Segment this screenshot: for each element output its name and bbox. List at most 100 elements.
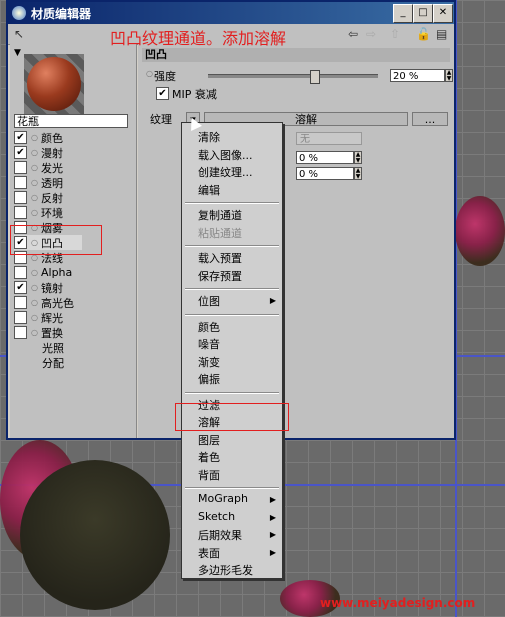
mip-checkbox[interactable]: ✔	[156, 87, 169, 100]
menu-item[interactable]: 复制通道	[198, 207, 242, 223]
back-arrow-icon[interactable]: ⇦	[348, 27, 358, 41]
channel-item[interactable]: ○ 高光色	[14, 295, 74, 310]
menu-item[interactable]: 后期效果	[198, 527, 242, 543]
strength-slider-thumb[interactable]	[310, 70, 320, 84]
mix-mode-select[interactable]: 无	[296, 132, 362, 145]
menu-item[interactable]: 粘贴通道	[198, 225, 242, 241]
pointer-icon[interactable]: ↖	[14, 27, 24, 41]
channel-checkbox[interactable]	[14, 191, 27, 204]
texture-label: 纹理	[150, 113, 172, 126]
channel-dot-icon: ○	[31, 148, 38, 157]
title-bar[interactable]: 材质编辑器	[8, 2, 454, 24]
highlight-box	[10, 225, 102, 255]
channel-item[interactable]: ✔ ○ 漫射	[14, 145, 63, 160]
channel-dot-icon: ○	[31, 193, 38, 202]
channel-checkbox[interactable]	[14, 266, 27, 279]
strength-label: 强度	[154, 70, 176, 83]
menu-item[interactable]: 表面	[198, 545, 220, 561]
channel-dot-icon: ○	[31, 328, 38, 337]
close-button[interactable]: ✕	[433, 4, 453, 23]
channel-item[interactable]: ○ 环境	[14, 205, 63, 220]
mix-strength-value[interactable]: 0 %	[296, 151, 354, 164]
channel-checkbox[interactable]	[14, 326, 27, 339]
tutorial-annotation: 凹凸纹理通道。添加溶解	[110, 29, 287, 48]
channel-item[interactable]: 光照	[14, 340, 64, 355]
menu-item[interactable]: MoGraph	[198, 492, 248, 505]
menu-item[interactable]: 多边形毛发	[198, 562, 253, 578]
menu-item[interactable]: Sketch	[198, 510, 235, 523]
menu-item[interactable]: 噪音	[198, 336, 220, 352]
channel-item[interactable]: ○ 置换	[14, 325, 63, 340]
blur-offset-value[interactable]: 0 %	[296, 167, 354, 180]
channel-dot-icon: ○	[31, 283, 38, 292]
blur-offset-spinner[interactable]: ▲ ▼	[354, 167, 362, 180]
material-preview[interactable]	[24, 54, 84, 114]
up-arrow-icon[interactable]: ⇧	[390, 27, 400, 41]
channel-item[interactable]: ○ Alpha	[14, 265, 72, 280]
menu-item[interactable]: 清除	[198, 129, 220, 145]
mix-strength-spinner[interactable]: ▲ ▼	[354, 151, 362, 164]
texture-context-menu: 清除载入图像... 创建纹理... 编辑复制通道粘贴通道载入预置保存预置位图 ▶ 颜色噪…	[181, 122, 283, 579]
strength-spinner[interactable]: ▲ ▼	[445, 69, 453, 82]
channel-checkbox[interactable]: ✔	[14, 131, 27, 144]
forward-arrow-icon[interactable]: ⇨	[366, 27, 376, 41]
channel-label: 颜色	[40, 131, 63, 145]
menu-separator	[185, 288, 279, 290]
minimize-button[interactable]: _	[393, 4, 413, 23]
menu-item[interactable]: 图层	[198, 432, 220, 448]
channel-checkbox[interactable]	[14, 206, 27, 219]
submenu-arrow-icon: ▶	[269, 512, 276, 522]
menu-separator	[185, 487, 279, 489]
menu-separator	[185, 202, 279, 204]
channel-label: 分配	[42, 356, 64, 370]
tree-object	[455, 196, 505, 266]
channel-label: 高光色	[40, 296, 74, 310]
channel-dot-icon: ○	[31, 133, 38, 142]
channel-label: Alpha	[40, 266, 73, 279]
channel-label: 反射	[40, 191, 63, 205]
channel-label: 发光	[40, 161, 63, 175]
channel-item[interactable]: ✔ ○ 镜射	[14, 280, 63, 295]
preview-menu-arrow-icon[interactable]: ▼	[14, 48, 21, 58]
channel-checkbox[interactable]: ✔	[14, 281, 27, 294]
menu-item[interactable]: 颜色	[198, 319, 220, 335]
menu-item[interactable]: 保存预置	[198, 268, 242, 284]
menu-item[interactable]: 载入图像...	[198, 147, 253, 163]
menu-item[interactable]: 着色	[198, 449, 220, 465]
channel-checkbox[interactable]	[14, 296, 27, 309]
channel-checkbox[interactable]	[14, 176, 27, 189]
menu-item[interactable]: 编辑	[198, 182, 220, 198]
channel-label: 辉光	[40, 311, 63, 325]
channel-item[interactable]: ○ 反射	[14, 190, 63, 205]
menu-item[interactable]: 创建纹理...	[198, 164, 253, 180]
channel-item[interactable]: 分配	[14, 355, 64, 370]
menu-separator	[185, 245, 279, 247]
maximize-button[interactable]: □	[413, 4, 433, 23]
menu-item[interactable]: 位图	[198, 293, 220, 309]
menu-item[interactable]: 渐变	[198, 354, 220, 370]
strength-dot: ○	[146, 69, 153, 78]
menu-item[interactable]: 背面	[198, 467, 220, 483]
channel-dot-icon: ○	[31, 298, 38, 307]
channel-label: 镜射	[40, 281, 63, 295]
texture-more-button[interactable]: ...	[412, 112, 448, 126]
strength-value[interactable]: 20 %	[390, 69, 445, 82]
material-name-field[interactable]: 花瓶	[14, 114, 128, 128]
channel-dot-icon: ○	[31, 268, 38, 277]
menu-item[interactable]: 偏振	[198, 371, 220, 387]
channel-label: 置换	[40, 326, 63, 340]
window-title: 材质编辑器	[31, 6, 92, 21]
channel-item[interactable]: ✔ ○ 颜色	[14, 130, 63, 145]
lock-icon[interactable]: 🔓	[416, 27, 431, 41]
channel-checkbox[interactable]	[14, 311, 27, 324]
channel-item[interactable]: ○ 发光	[14, 160, 63, 175]
menu-item[interactable]: 载入预置	[198, 250, 242, 266]
watermark: www.meiyadesign.com	[320, 596, 476, 610]
strength-slider[interactable]	[208, 70, 378, 84]
channel-item[interactable]: ○ 透明	[14, 175, 63, 190]
channel-item[interactable]: ○ 辉光	[14, 310, 63, 325]
channel-checkbox[interactable]: ✔	[14, 146, 27, 159]
channel-checkbox[interactable]	[14, 161, 27, 174]
submenu-arrow-icon: ▶	[269, 296, 276, 305]
window-icon[interactable]: ▤	[436, 27, 447, 41]
